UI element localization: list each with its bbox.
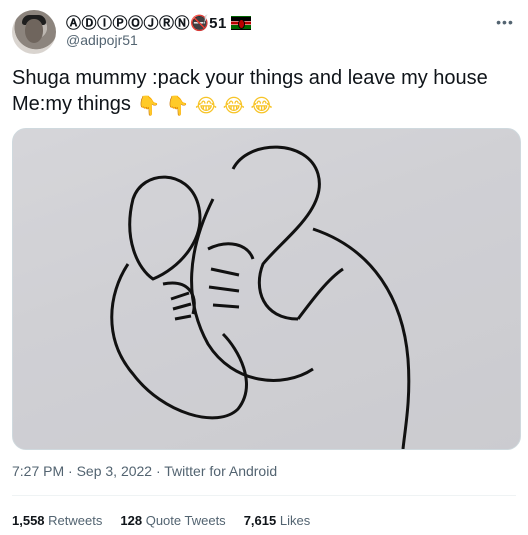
joy-emoji-3: 😂	[250, 96, 273, 117]
tweet-header: ⒶⒹⒾⓅⓄⒿⓇⓃ🚭51 @adipojr51 •••	[12, 10, 516, 54]
divider-top	[12, 495, 516, 496]
retweets-label: Retweets	[48, 513, 103, 528]
avatar[interactable]	[12, 10, 56, 54]
kenya-flag-icon	[230, 15, 251, 30]
retweets-stat[interactable]: 1,558 Retweets	[12, 513, 102, 528]
user-handle[interactable]: @adipojr51	[66, 32, 138, 48]
avatar-face	[25, 19, 43, 43]
tweet-image[interactable]	[12, 128, 521, 450]
likes-label: Likes	[279, 513, 311, 528]
more-icon[interactable]: •••	[494, 15, 516, 29]
point-down-emoji-1: 👇	[136, 96, 161, 117]
name-row: ⒶⒹⒾⓅⓄⒿⓇⓃ🚭51	[66, 12, 251, 33]
joy-emoji-2: 😂	[222, 96, 245, 117]
quote-tweets-count: 128	[120, 513, 143, 528]
tweet-text: Shuga mummy :pack your things and leave …	[12, 65, 516, 117]
tweet-text-line-1: Shuga mummy :pack your things and leave …	[12, 67, 488, 89]
retweets-count: 1,558	[12, 513, 45, 528]
tweet-stats: 1,558 Retweets 128 Quote Tweets 7,615 Li…	[12, 513, 310, 528]
quote-tweets-stat[interactable]: 128 Quote Tweets	[120, 513, 225, 528]
likes-stat[interactable]: 7,615 Likes	[244, 513, 311, 528]
point-down-emoji-2: 👇	[165, 96, 190, 117]
tweet-meta: 7:27 PM · Sep 3, 2022 · Twitter for Andr…	[12, 463, 278, 479]
tweet-text-line-2: Me:my things 👇 👇 😂 😂 😂	[12, 91, 516, 117]
display-name[interactable]: ⒶⒹⒾⓅⓄⒿⓇⓃ🚭51	[66, 12, 227, 33]
joy-emoji-1: 😂	[194, 96, 218, 117]
likes-count: 7,615	[243, 513, 277, 528]
tweet-text-line-2-text: Me:my things	[12, 93, 131, 115]
hug-drawing	[13, 129, 520, 449]
quote-tweets-label: Quote Tweets	[145, 513, 226, 528]
